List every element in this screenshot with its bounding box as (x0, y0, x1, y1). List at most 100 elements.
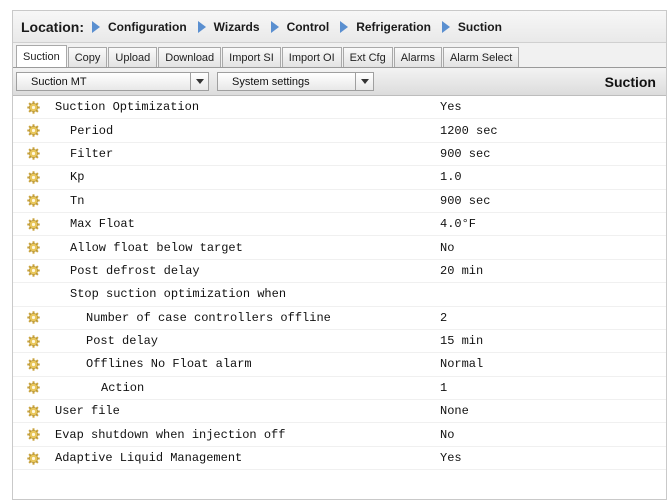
setting-value[interactable]: Normal (440, 357, 483, 371)
setting-label: Evap shutdown when injection off (55, 427, 286, 442)
setting-label: Tn (70, 193, 85, 208)
setting-label: Max Float (70, 217, 135, 232)
breadcrumb-label: Configuration (108, 19, 187, 34)
setting-row[interactable]: Action 1 (13, 377, 666, 401)
setting-value[interactable]: 900 sec (440, 194, 490, 208)
tab-alarms[interactable]: Alarms (393, 47, 442, 67)
setting-row[interactable]: Number of case controllers offline 2 (13, 307, 666, 330)
settings-dropdown-value: System settings (232, 75, 310, 88)
breadcrumb-item[interactable]: Configuration (92, 20, 187, 34)
setting-value[interactable]: 1.0 (440, 170, 462, 184)
gear-icon[interactable] (27, 100, 40, 114)
setting-value[interactable]: 20 min (440, 264, 483, 278)
setting-label: Kp (70, 170, 85, 185)
location-label: Location: (21, 18, 84, 35)
toolbar: Suction MT System settings Suction (13, 68, 666, 96)
breadcrumb-item[interactable]: Suction (441, 19, 502, 34)
breadcrumb-label: Refrigeration (356, 19, 431, 34)
suction-group-dropdown[interactable]: Suction MT (16, 72, 209, 91)
tab-import-oi[interactable]: Import OI (281, 47, 342, 67)
setting-row[interactable]: Suction Optimization Yes (13, 96, 666, 120)
setting-value[interactable]: 900 sec (440, 147, 490, 161)
tab-ext-cfg[interactable]: Ext Cfg (342, 47, 393, 67)
setting-row[interactable]: Tn 900 sec (13, 190, 666, 213)
breadcrumb-item[interactable]: Wizards (197, 19, 260, 34)
setting-row[interactable]: Evap shutdown when injection off No (13, 423, 666, 447)
section-title: Suction (604, 73, 656, 90)
breadcrumb-label: Suction (457, 19, 502, 34)
setting-row[interactable]: Filter 900 sec (13, 143, 666, 167)
gear-icon[interactable] (27, 217, 40, 231)
location-bar: Location: Configuration Wizards Control Ref… (13, 11, 666, 43)
gear-icon[interactable] (27, 241, 40, 254)
setting-row[interactable]: Kp 1.0 (13, 166, 666, 190)
breadcrumb-item[interactable]: Control (270, 19, 330, 34)
setting-value[interactable]: 2 (440, 311, 447, 325)
settings-list: Suction Optimization Yes Period 1200 sec Fil… (13, 96, 666, 471)
gear-icon[interactable] (27, 381, 40, 395)
tab-bar: Suction Copy Upload Download Import SI Import… (13, 43, 666, 68)
setting-label: Suction Optimization (55, 100, 200, 115)
breadcrumb-item[interactable]: Refrigeration (340, 20, 431, 34)
setting-label: Filter (70, 146, 114, 161)
chevron-down-icon[interactable] (190, 73, 208, 90)
setting-label: User file (55, 404, 120, 419)
gear-icon[interactable] (27, 358, 40, 371)
breadcrumb: Configuration Wizards Control Refrigeration… (92, 20, 513, 34)
gear-icon[interactable] (27, 264, 40, 278)
setting-value[interactable]: Yes (440, 451, 462, 465)
setting-row[interactable]: Stop suction optimization when (13, 283, 666, 307)
tab-download[interactable]: Download (158, 47, 222, 67)
setting-value[interactable]: Yes (440, 100, 462, 114)
main-panel: Location: Configuration Wizards Control Ref… (12, 10, 667, 500)
gear-icon[interactable] (27, 405, 40, 418)
settings-dropdown[interactable]: System settings (217, 72, 374, 91)
gear-icon[interactable] (27, 311, 40, 324)
setting-value[interactable]: 4.0°F (440, 217, 476, 231)
setting-value[interactable]: None (440, 404, 469, 418)
chevron-right-icon (92, 20, 100, 33)
tab-alarm-select[interactable]: Alarm Select (442, 47, 520, 67)
gear-icon[interactable] (27, 194, 40, 207)
chevron-down-icon[interactable] (355, 73, 373, 90)
gear-icon[interactable] (27, 147, 40, 161)
chevron-right-icon (340, 20, 349, 33)
setting-value[interactable]: 1 (440, 381, 447, 395)
setting-label: Action (101, 380, 145, 395)
setting-label: Stop suction optimization when (70, 287, 287, 302)
setting-label: Period (70, 123, 114, 138)
setting-row[interactable]: Max Float 4.0°F (13, 213, 666, 237)
chevron-right-icon (197, 20, 206, 33)
setting-label: Post delay (86, 334, 159, 349)
setting-row[interactable]: Adaptive Liquid Management Yes (13, 447, 666, 471)
setting-row[interactable]: Allow float below target No (13, 236, 666, 260)
gear-icon[interactable] (27, 428, 40, 441)
setting-value[interactable]: 15 min (440, 334, 483, 348)
tab-upload[interactable]: Upload (108, 47, 158, 67)
breadcrumb-label: Control (286, 19, 330, 34)
gear-icon[interactable] (27, 451, 40, 465)
tab-copy[interactable]: Copy (67, 47, 108, 67)
chevron-right-icon (270, 20, 279, 33)
gear-icon[interactable] (27, 171, 40, 184)
setting-value[interactable]: No (440, 241, 454, 255)
setting-row[interactable]: Period 1200 sec (13, 119, 666, 143)
setting-label: Post defrost delay (70, 263, 200, 278)
setting-row[interactable]: Offlines No Float alarm Normal (13, 353, 666, 377)
setting-label: Adaptive Liquid Management (55, 451, 243, 466)
setting-value[interactable]: 1200 sec (440, 124, 498, 138)
setting-label: Allow float below target (70, 240, 243, 255)
tab-import-si[interactable]: Import SI (222, 47, 281, 67)
gear-icon[interactable] (27, 334, 40, 348)
setting-label: Number of case controllers offline (86, 310, 331, 325)
setting-row[interactable]: Post defrost delay 20 min (13, 260, 666, 284)
setting-row[interactable]: Post delay 15 min (13, 330, 666, 354)
setting-value[interactable]: No (440, 428, 454, 442)
suction-group-dropdown-value: Suction MT (31, 75, 87, 88)
gear-icon[interactable] (27, 124, 40, 137)
tab-suction[interactable]: Suction (16, 45, 67, 67)
chevron-right-icon (441, 20, 450, 33)
setting-label: Offlines No Float alarm (86, 357, 252, 372)
breadcrumb-label: Wizards (213, 19, 260, 34)
setting-row[interactable]: User file None (13, 400, 666, 424)
